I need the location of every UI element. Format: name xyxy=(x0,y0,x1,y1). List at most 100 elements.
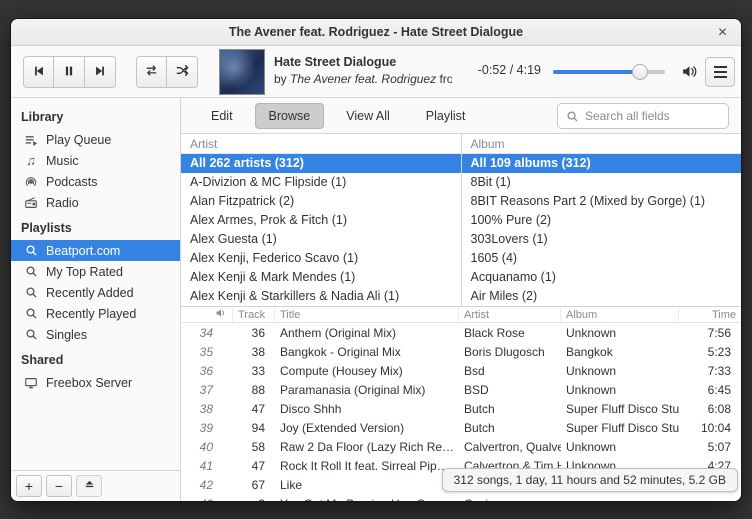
repeat-icon xyxy=(144,63,159,81)
sidebar-item-freebox-server[interactable]: Freebox Server xyxy=(11,372,180,393)
track-row[interactable]: 38 47 Disco Shhh Butch Super Fluff Disco… xyxy=(181,399,741,418)
track-artist: Butch xyxy=(459,421,561,435)
track-list-header: Track Title Artist Album Time xyxy=(181,307,741,323)
album-row[interactable]: 8Bit (1) xyxy=(462,173,742,192)
view-all-button[interactable]: View All xyxy=(332,103,404,129)
sidebar-item-radio[interactable]: Radio xyxy=(11,192,180,213)
track-artist: Black Rose xyxy=(459,326,561,340)
now-playing-title: Hate Street Dialogue xyxy=(274,55,452,69)
all-albums-row[interactable]: All 109 albums (312) xyxy=(462,154,742,173)
app-window: The Avener feat. Rodriguez - Hate Street… xyxy=(10,18,742,502)
main-area: Edit Browse View All Playlist Artist All… xyxy=(181,98,741,501)
remove-playlist-button[interactable]: − xyxy=(46,475,72,497)
sidebar: Library Play Queue ♫ Music Podcasts Radi… xyxy=(11,98,181,501)
sidebar-item-recently-added[interactable]: Recently Added xyxy=(11,282,180,303)
artist-rows: A-Divizion & MC Flipside (1)Alan Fitzpat… xyxy=(181,173,461,306)
track-album: Bangkok xyxy=(561,345,679,359)
sidebar-item-recently-played[interactable]: Recently Played xyxy=(11,303,180,324)
track-row[interactable]: 34 36 Anthem (Original Mix) Black Rose U… xyxy=(181,323,741,342)
previous-button[interactable] xyxy=(23,56,54,88)
time-column-header[interactable]: Time xyxy=(679,307,741,322)
artist-column-header: Artist xyxy=(181,134,461,154)
track-number: 67 xyxy=(233,478,275,492)
app-menu-button[interactable] xyxy=(705,57,735,87)
sidebar-item-music[interactable]: ♫ Music xyxy=(11,150,180,171)
now-playing-artist: The Avener feat. Rodriguez xyxy=(290,72,436,86)
album-row[interactable]: 303Lovers (1) xyxy=(462,230,742,249)
artist-row[interactable]: Alex Guesta (1) xyxy=(181,230,461,249)
artist-row[interactable]: Alan Fitzpatrick (2) xyxy=(181,192,461,211)
radio-icon xyxy=(24,196,38,210)
podcast-icon xyxy=(24,175,38,189)
next-button[interactable] xyxy=(85,56,116,88)
edit-button[interactable]: Edit xyxy=(197,103,247,129)
track-column-header[interactable]: Track xyxy=(233,307,275,322)
playing-column-header[interactable] xyxy=(181,307,233,322)
track-row[interactable]: 35 38 Bangkok - Original Mix Boris Dlugo… xyxy=(181,342,741,361)
artist-column-header[interactable]: Artist xyxy=(459,307,561,322)
playlist-button[interactable]: Playlist xyxy=(412,103,480,129)
artist-row[interactable]: Alex Kenji, Federico Scavo (1) xyxy=(181,249,461,268)
album-row[interactable]: Air Miles (2) xyxy=(462,287,742,306)
seek-slider[interactable] xyxy=(553,70,665,74)
track-row[interactable]: 39 94 Joy (Extended Version) Butch Super… xyxy=(181,418,741,437)
album-art xyxy=(219,49,265,95)
track-title: Disco Shhh xyxy=(275,402,459,416)
add-playlist-button[interactable]: + xyxy=(16,475,42,497)
track-row[interactable]: 43 3 You Got Me Burning Up - Sun… Covin xyxy=(181,494,741,501)
pause-button[interactable] xyxy=(54,56,85,88)
track-title: Paramanasia (Original Mix) xyxy=(275,383,459,397)
track-album: Unknown xyxy=(561,440,679,454)
album-row[interactable]: 100% Pure (2) xyxy=(462,211,742,230)
track-artist: Butch xyxy=(459,402,561,416)
album-row[interactable]: Acquanamo (1) xyxy=(462,268,742,287)
track-number: 36 xyxy=(233,326,275,340)
sidebar-item-beatport[interactable]: Beatport.com xyxy=(11,240,180,261)
repeat-button[interactable] xyxy=(136,56,167,88)
speaker-icon xyxy=(215,307,227,322)
status-bar: 312 songs, 1 day, 11 hours and 52 minute… xyxy=(442,468,738,492)
seek-handle[interactable] xyxy=(632,64,648,80)
track-title: Like xyxy=(275,478,459,492)
sidebar-item-singles[interactable]: Singles xyxy=(11,324,180,345)
track-row-index: 35 xyxy=(181,345,213,359)
sidebar-item-play-queue[interactable]: Play Queue xyxy=(11,129,180,150)
shuffle-button[interactable] xyxy=(167,56,198,88)
search-icon xyxy=(24,307,38,320)
title-column-header[interactable]: Title xyxy=(275,307,459,322)
all-artists-row[interactable]: All 262 artists (312) xyxy=(181,154,461,173)
artist-row[interactable]: Alex Armes, Prok & Fitch (1) xyxy=(181,211,461,230)
now-playing-info: Hate Street Dialogue by The Avener feat.… xyxy=(274,55,452,86)
track-title: Bangkok - Original Mix xyxy=(275,345,459,359)
track-row[interactable]: 36 33 Compute (Housey Mix) Bsd Unknown 7… xyxy=(181,361,741,380)
album-row[interactable]: 8BIT Reasons Part 2 (Mixed by Gorge) (1) xyxy=(462,192,742,211)
album-row[interactable]: 1605 (4) xyxy=(462,249,742,268)
album-column-header[interactable]: Album xyxy=(561,307,679,322)
view-toolbar: Edit Browse View All Playlist xyxy=(181,98,741,134)
track-row[interactable]: 37 88 Paramanasia (Original Mix) BSD Unk… xyxy=(181,380,741,399)
artist-row[interactable]: Alex Kenji & Starkillers & Nadia Ali (1) xyxy=(181,287,461,306)
track-row[interactable]: 40 58 Raw 2 Da Floor (Lazy Rich Re… Calv… xyxy=(181,437,741,456)
search-field[interactable] xyxy=(557,103,729,129)
shuffle-icon xyxy=(175,63,190,81)
transport-controls xyxy=(23,56,116,88)
volume-button[interactable] xyxy=(677,61,701,85)
track-artist: BSD xyxy=(459,383,561,397)
album-column-header: Album xyxy=(462,134,742,154)
browse-toggle-button[interactable]: Browse xyxy=(255,103,325,129)
titlebar[interactable]: The Avener feat. Rodriguez - Hate Street… xyxy=(11,19,741,46)
sidebar-item-label: Recently Added xyxy=(46,286,134,300)
track-number: 3 xyxy=(233,497,275,502)
artist-row[interactable]: A-Divizion & MC Flipside (1) xyxy=(181,173,461,192)
track-album: Unknown xyxy=(561,364,679,378)
skip-previous-icon xyxy=(32,64,46,81)
artist-row[interactable]: Alex Kenji & Mark Mendes (1) xyxy=(181,268,461,287)
eject-button[interactable] xyxy=(76,475,102,497)
track-time: 5:07 xyxy=(679,440,741,454)
close-button[interactable]: × xyxy=(713,23,732,42)
sidebar-item-my-top-rated[interactable]: My Top Rated xyxy=(11,261,180,282)
track-artist: Boris Dlugosch xyxy=(459,345,561,359)
search-input[interactable] xyxy=(585,109,720,123)
sidebar-item-podcasts[interactable]: Podcasts xyxy=(11,171,180,192)
track-row-index: 41 xyxy=(181,459,213,473)
